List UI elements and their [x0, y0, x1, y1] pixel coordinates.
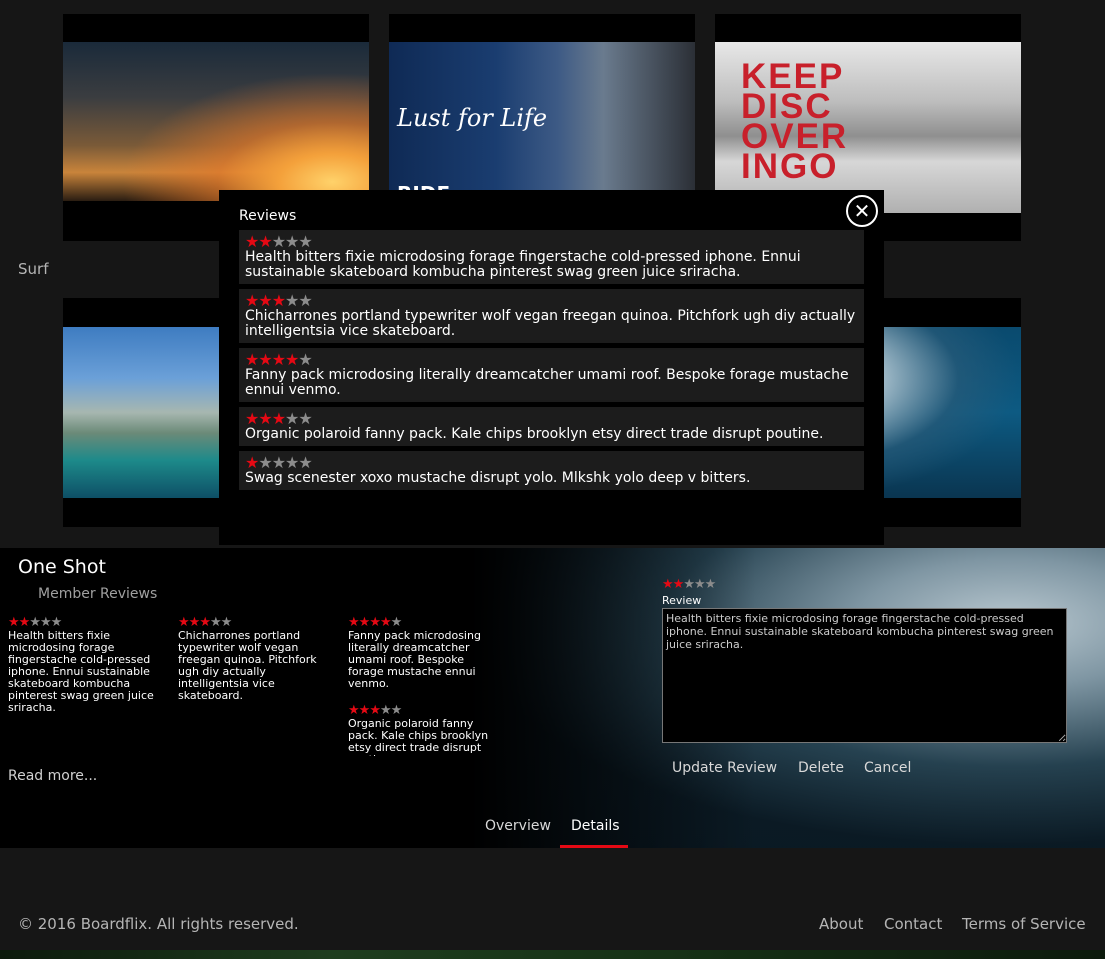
row-label: Surf: [18, 260, 49, 278]
cancel-button[interactable]: Cancel: [864, 760, 911, 776]
star-empty-icon: ★: [683, 577, 695, 592]
background-strip: [0, 950, 1105, 959]
review-item: ★★★★★ Fanny pack microdosing literally dr…: [239, 348, 864, 402]
rating-stars: ★★★★★: [245, 233, 858, 250]
star-empty-icon: ★: [390, 616, 403, 630]
review-item: ★★★★★ Swag scenester xoxo mustache disrup…: [239, 451, 864, 490]
star-filled-icon: ★: [18, 615, 31, 630]
close-icon[interactable]: ✕: [846, 195, 878, 227]
rating-stars: ★★★★★: [662, 576, 717, 593]
star-empty-icon: ★: [209, 615, 222, 630]
rating-stars: ★★★★★: [245, 351, 858, 368]
review-column: ★★★★★ Health bitters fixie microdosing fo…: [8, 616, 160, 728]
footer-link-terms[interactable]: Terms of Service: [962, 915, 1086, 933]
rating-stars-input[interactable]: ★★★★★: [662, 576, 717, 593]
star-filled-icon: ★: [379, 616, 392, 630]
star-filled-icon: ★: [358, 703, 371, 718]
review-column: ★★★★★ Chicharrones portland typewriter wo…: [178, 616, 330, 716]
rating-stars: ★★★★★: [245, 410, 858, 427]
star-filled-icon: ★: [188, 615, 201, 630]
rating-stars: ★★★★★: [348, 616, 500, 630]
review-item: ★★★★★ Organic polaroid fanny pack. Kale c…: [239, 407, 864, 446]
thumbnail-title-text: KEEP DISC OVER INGO: [741, 57, 849, 186]
star-empty-icon: ★: [379, 703, 392, 718]
review-snippet: Organic polaroid fanny pack. Kale chips …: [348, 717, 489, 757]
review-text: Fanny pack microdosing literally dreamca…: [245, 367, 849, 398]
review-snippet: Chicharrones portland typewriter wolf ve…: [178, 629, 317, 702]
review-list: ★★★★★ Health bitters fixie microdosing fo…: [239, 230, 864, 495]
star-filled-icon: ★: [348, 616, 360, 630]
review-textarea[interactable]: Health bitters fixie microdosing forage …: [662, 608, 1067, 743]
star-empty-icon: ★: [50, 615, 63, 630]
rating-stars: ★★★★★: [178, 616, 330, 630]
star-filled-icon: ★: [672, 577, 685, 592]
star-filled-icon: ★: [358, 616, 371, 630]
thumbnail-title-text: Lust for Life: [397, 104, 548, 132]
review-text: Chicharrones portland typewriter wolf ve…: [245, 308, 856, 339]
review-text: Swag scenester xoxo mustache disrupt yol…: [245, 470, 751, 486]
star-filled-icon: ★: [369, 616, 381, 630]
star-empty-icon: ★: [693, 577, 706, 592]
star-empty-icon: ★: [704, 577, 717, 592]
star-filled-icon: ★: [369, 703, 381, 718]
footer-link-about[interactable]: About: [819, 915, 863, 933]
star-filled-icon: ★: [199, 615, 211, 630]
rating-stars: ★★★★★: [348, 704, 500, 718]
star-filled-icon: ★: [662, 577, 674, 592]
update-review-button[interactable]: Update Review: [672, 760, 777, 776]
reviews-modal: Reviews ✕ ★★★★★ Health bitters fixie micr…: [219, 190, 884, 545]
show-title: One Shot: [18, 556, 106, 578]
footer-link-contact[interactable]: Contact: [884, 915, 942, 933]
member-reviews-heading: Member Reviews: [38, 586, 158, 602]
star-empty-icon: ★: [29, 615, 41, 630]
review-snippet: Health bitters fixie microdosing forage …: [8, 629, 154, 714]
star-filled-icon: ★: [178, 615, 190, 630]
review-item: ★★★★★ Chicharrones portland typewriter wo…: [239, 289, 864, 343]
review-item: ★★★★★ Health bitters fixie microdosing fo…: [239, 230, 864, 284]
delete-button[interactable]: Delete: [798, 760, 844, 776]
review-column: ★★★★★ Fanny pack microdosing literally dr…: [348, 616, 500, 756]
rating-stars: ★★★★★: [245, 292, 858, 309]
thumbnail-image: Lust for Life RIDE: [389, 42, 695, 206]
review-snippet: Fanny pack microdosing literally dreamca…: [348, 629, 481, 690]
tab-overview[interactable]: Overview: [485, 818, 551, 834]
thumbnail-image: [63, 42, 369, 201]
star-empty-icon: ★: [390, 703, 403, 718]
star-empty-icon: ★: [220, 615, 233, 630]
thumbnail-image: KEEP DISC OVER INGO: [715, 42, 1021, 213]
star-filled-icon: ★: [348, 703, 360, 718]
copyright-text: © 2016 Boardflix. All rights reserved.: [18, 915, 299, 933]
review-label: Review: [662, 594, 702, 607]
review-text: Organic polaroid fanny pack. Kale chips …: [245, 426, 824, 442]
star-filled-icon: ★: [8, 615, 20, 630]
details-panel: One Shot Member Reviews ★★★★★ Health bitt…: [0, 548, 1105, 848]
tab-details[interactable]: Details: [571, 818, 620, 834]
rating-stars: ★★★★★: [8, 616, 160, 630]
modal-title: Reviews: [239, 208, 297, 224]
star-empty-icon: ★: [39, 615, 52, 630]
rating-stars: ★★★★★: [245, 454, 858, 471]
active-tab-indicator: [560, 845, 628, 848]
review-text: Health bitters fixie microdosing forage …: [245, 249, 801, 280]
read-more-link[interactable]: Read more...: [8, 768, 97, 784]
